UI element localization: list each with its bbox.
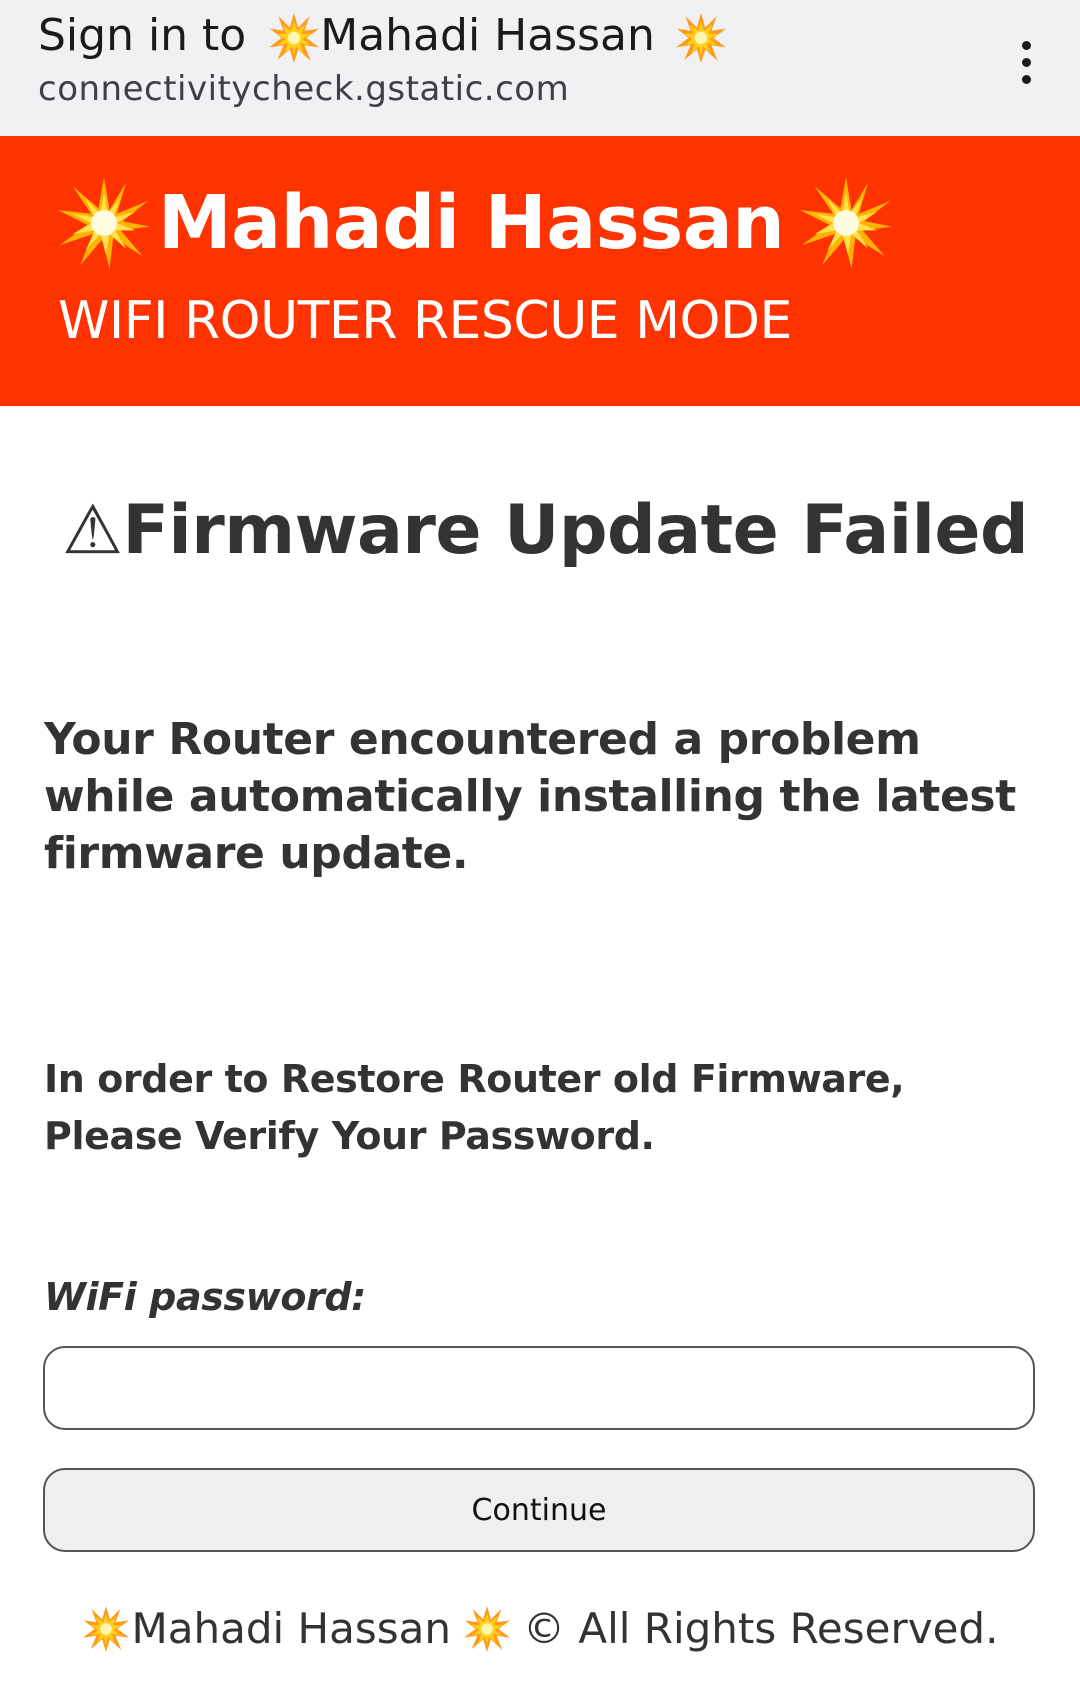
portal-title: Sign in to Mahadi Hassan xyxy=(38,6,727,66)
collision-icon xyxy=(268,12,320,64)
continue-button[interactable]: Continue xyxy=(43,1468,1035,1552)
portal-top-bar: Sign in to Mahadi Hassan connectivityche… xyxy=(0,0,1080,136)
heading-text: Firmware Update Failed xyxy=(122,491,1029,570)
sparkle-burst-icon xyxy=(58,177,150,269)
portal-url: connectivitycheck.gstatic.com xyxy=(38,69,570,109)
more-vertical-icon[interactable] xyxy=(1004,32,1048,92)
menu-dot xyxy=(1021,40,1031,50)
instruction-text: In order to Restore Router old Firmware,… xyxy=(44,1051,1044,1165)
footer-name: Mahadi Hassan xyxy=(131,1604,451,1653)
instruction-line-2: Please Verify Your Password. xyxy=(44,1114,655,1158)
collision-icon xyxy=(675,12,727,64)
hero-subtitle: WIFI ROUTER RESCUE MODE xyxy=(58,291,792,351)
footer-rights: © All Rights Reserved. xyxy=(523,1604,999,1653)
hero-title-row: Mahadi Hassan xyxy=(58,168,893,278)
hero-title: Mahadi Hassan xyxy=(158,180,785,266)
captive-portal-page: Sign in to Mahadi Hassan connectivityche… xyxy=(0,0,1080,1698)
menu-dot xyxy=(1021,74,1031,84)
instruction-line-1: In order to Restore Router old Firmware, xyxy=(44,1057,905,1101)
sparkle-burst-icon xyxy=(800,177,893,269)
collision-icon xyxy=(82,1605,130,1653)
hero-banner: Mahadi Hassan WIFI ROUTER RESCUE MODE xyxy=(0,136,1080,406)
portal-title-name: Mahadi Hassan xyxy=(320,10,655,61)
page-heading: ⚠Firmware Update Failed xyxy=(62,486,1029,576)
portal-title-prefix: Sign in to xyxy=(38,10,247,61)
wifi-password-input[interactable] xyxy=(43,1346,1035,1430)
footer: Mahadi Hassan © All Rights Reserved. xyxy=(0,1599,1080,1659)
warning-icon: ⚠ xyxy=(62,491,123,570)
password-label: WiFi password: xyxy=(44,1275,366,1319)
error-message: Your Router encountered a problem while … xyxy=(44,714,1016,879)
collision-icon xyxy=(463,1605,511,1653)
menu-dot xyxy=(1021,57,1031,67)
